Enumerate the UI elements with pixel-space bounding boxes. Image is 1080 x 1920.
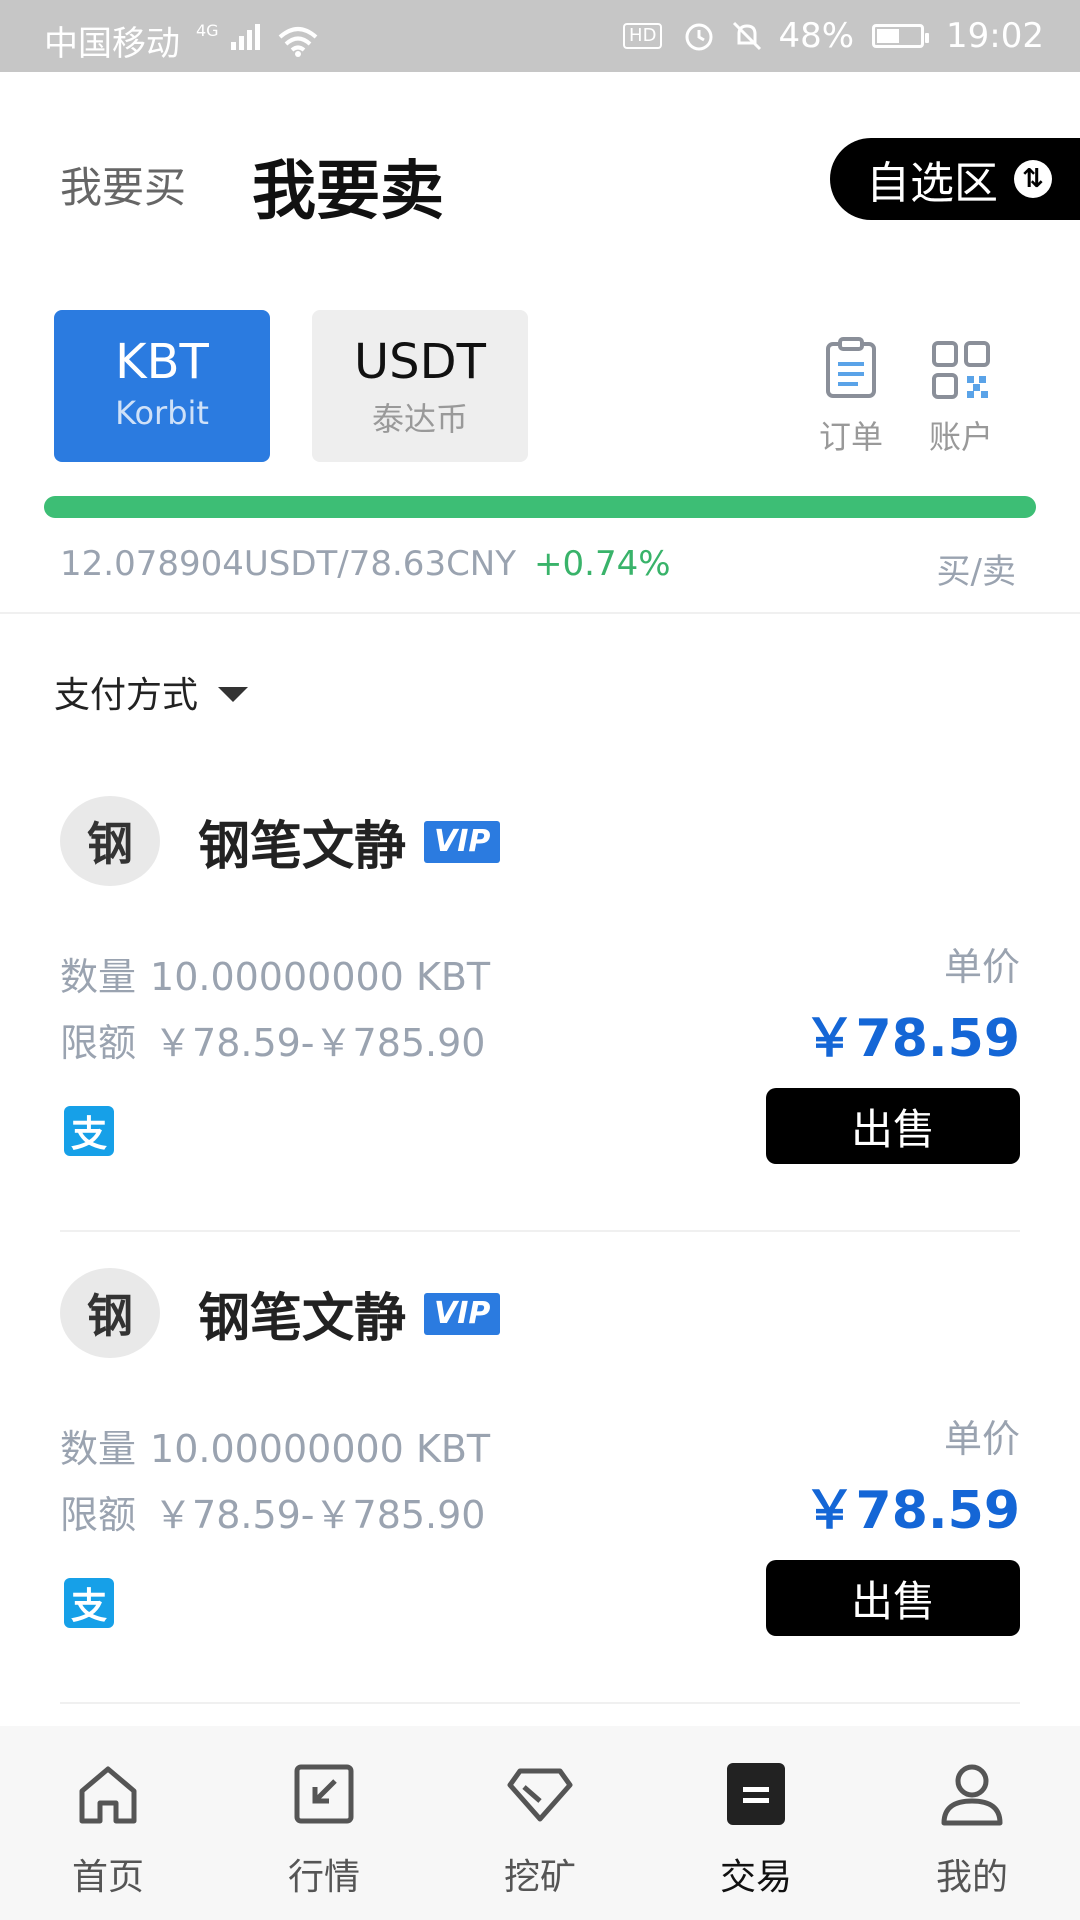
vip-badge: VIP [424,820,501,863]
payment-filter-label: 支付方式 [54,675,199,716]
qr-grid-icon [932,341,990,399]
tab-sell[interactable]: 我要卖 [252,140,444,232]
nav-label: 行情 [287,1857,360,1898]
seller-name: 钢笔文静 [198,817,407,877]
nav-home[interactable]: 首页 [28,1756,188,1900]
unit-price: ￥78.59 [803,1009,1020,1069]
coin-name: 泰达币 [371,400,468,438]
wifi-icon [279,26,318,57]
orders-link[interactable]: 订单 [806,330,896,458]
coin-name: Korbit [115,394,209,432]
seller-info: 钢笔文静 VIP [198,1276,501,1351]
home-icon [79,1766,137,1824]
favorites-button[interactable]: 自选区 ⇅ [830,138,1080,220]
nav-market[interactable]: 行情 [244,1756,404,1900]
nav-profile[interactable]: 我的 [892,1756,1052,1900]
quantity-row: 数量 10.00000000 KBT [60,1418,490,1473]
card-divider [60,1702,1020,1704]
section-divider [0,612,1080,614]
account-label: 账户 [928,418,993,456]
battery-icon [872,24,930,48]
hd-badge: HD [623,23,663,49]
unit-price: ￥78.59 [803,1481,1020,1541]
limit-row: 限额 ￥78.59-￥785.90 [60,1484,485,1539]
avatar: 钢 [60,1268,160,1358]
quantity-row: 数量 10.00000000 KBT [60,946,490,1001]
mute-icon [733,21,762,51]
alipay-icon: 支 [64,1578,114,1628]
unit-price-label: 单价 [943,945,1020,989]
unit-price-label: 单价 [943,1417,1020,1461]
exchange-rate: 12.078904USDT/78.63CNY [60,544,517,584]
coin-tab-kbt[interactable]: KBT Korbit [54,310,270,462]
quantity-label: 数量 [60,955,137,999]
sell-button[interactable]: 出售 [766,1088,1020,1164]
market-rate-line: 12.078904USDT/78.63CNY +0.74% [60,544,671,584]
carrier-name: 中国移动 [44,24,180,64]
nav-label: 首页 [71,1857,144,1898]
nav-label: 挖矿 [503,1857,576,1898]
seller-name: 钢笔文静 [198,1289,407,1349]
favorites-label: 自选区 [866,158,998,209]
listing-card: 钢 钢笔文静 VIP 数量 10.00000000 KBT 限额 ￥78.59-￥7… [60,796,1020,1232]
nav-mining[interactable]: 挖矿 [460,1756,620,1900]
orders-label: 订单 [818,418,883,456]
clipboard-icon [826,337,876,398]
limit-label: 限额 [60,1493,137,1537]
profile-icon [941,1764,1003,1826]
avatar: 钢 [60,796,160,886]
payment-method-filter[interactable]: 支付方式 [54,666,249,718]
price-change: +0.74% [534,544,671,584]
mining-icon [507,1768,573,1822]
quantity-value: 10.00000000 KBT [150,1427,491,1471]
market-icon [294,1764,354,1824]
caret-down-icon [218,686,249,702]
coin-symbol: USDT [354,334,486,390]
limit-value: ￥78.59-￥785.90 [154,1021,486,1065]
market-progress-bar [44,496,1036,518]
seller-info: 钢笔文静 VIP [198,804,501,879]
network-indicator: 4G [194,21,263,61]
alipay-icon: 支 [64,1106,114,1156]
account-link[interactable]: 账户 [916,330,1006,458]
signal-icon [231,23,261,50]
quantity-label: 数量 [60,1427,137,1471]
tab-buy[interactable]: 我要买 [60,154,186,215]
listing-card: 钢 钢笔文静 VIP 数量 10.00000000 KBT 限额 ￥78.59-￥7… [60,1268,1020,1704]
coin-symbol: KBT [115,334,209,390]
sell-button[interactable]: 出售 [766,1560,1020,1636]
vip-badge: VIP [424,1292,501,1335]
battery-percent: 48% [778,16,855,56]
network-type: 4G [196,20,219,40]
nav-label: 我的 [935,1857,1008,1898]
limit-row: 限额 ￥78.59-￥785.90 [60,1012,485,1067]
swap-icon: ⇅ [1014,160,1052,198]
clock: 19:02 [946,16,1044,56]
buy-sell-link[interactable]: 买/卖 [937,544,1016,593]
bottom-nav: 首页 行情 挖矿 交易 我的 [0,1726,1080,1920]
coin-tab-usdt[interactable]: USDT 泰达币 [312,310,528,462]
trade-icon [727,1763,785,1825]
quantity-value: 10.00000000 KBT [150,955,491,999]
limit-value: ￥78.59-￥785.90 [154,1493,486,1537]
nav-trade[interactable]: 交易 [676,1756,836,1900]
limit-label: 限额 [60,1021,137,1065]
alarm-icon [685,23,713,51]
status-bar: 中国移动 4G HD 48% 19:02 [0,0,1080,72]
nav-label: 交易 [719,1857,792,1898]
card-divider [60,1230,1020,1232]
